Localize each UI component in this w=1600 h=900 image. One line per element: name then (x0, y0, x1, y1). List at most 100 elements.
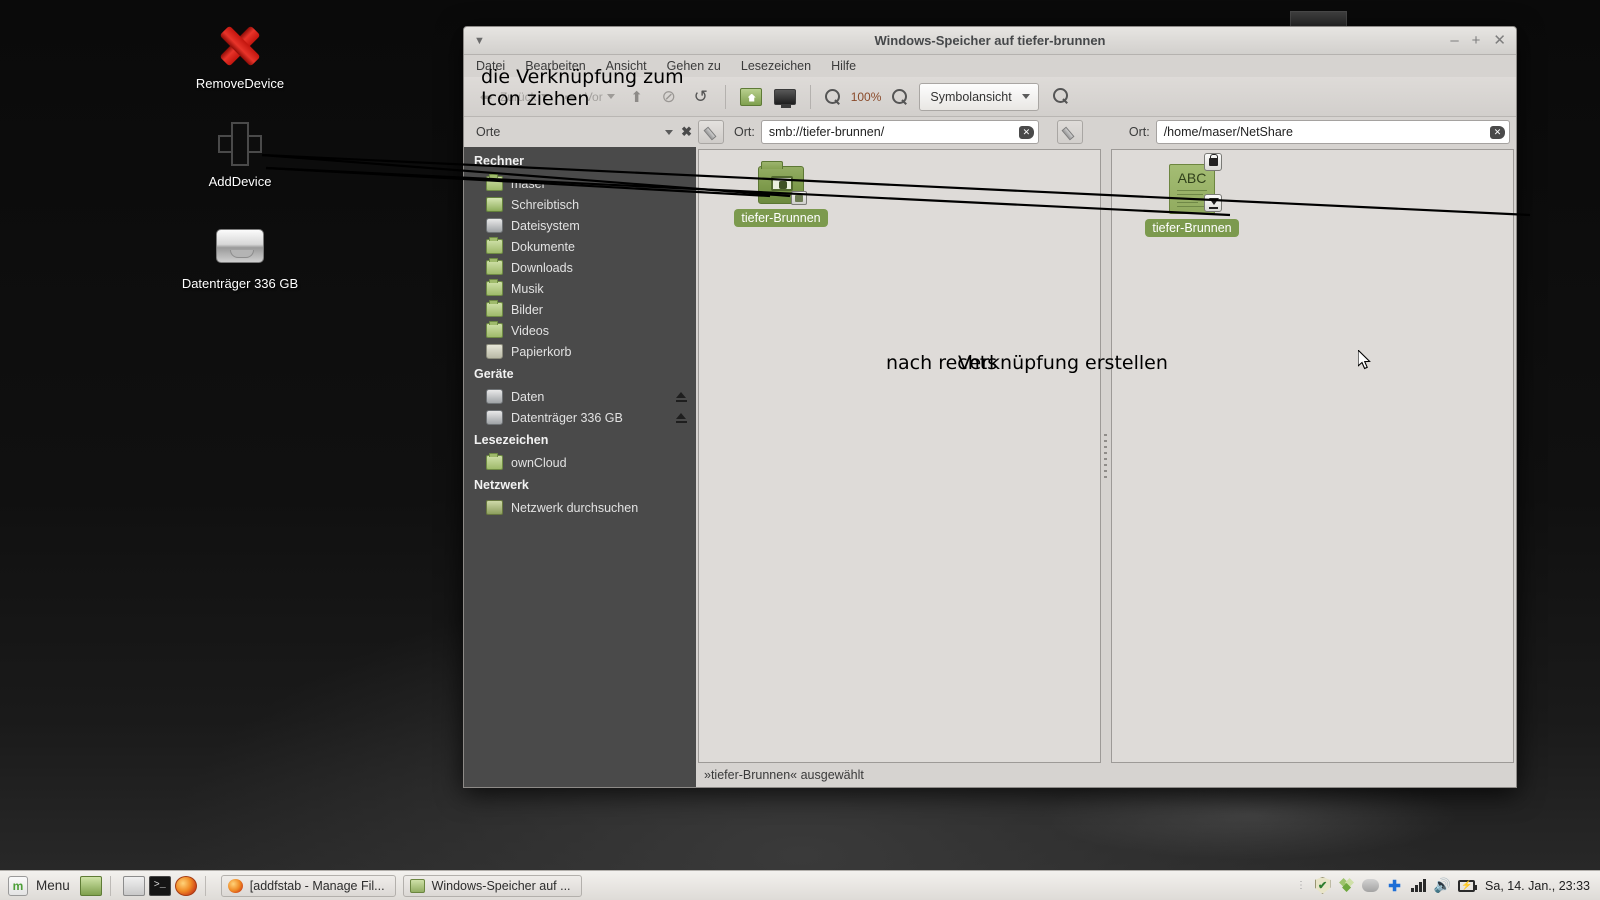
places-sidebar[interactable]: Rechner maser Schreibtisch Dateisystem D… (464, 147, 696, 787)
desktop-folder-icon (486, 197, 503, 212)
places-chevron-down-icon[interactable] (665, 129, 674, 135)
music-folder-icon (486, 279, 503, 296)
location-left-input[interactable]: smb://tiefer-brunnen/ ✕ (760, 120, 1039, 144)
desktop-icon-datentraeger[interactable]: Datenträger 336 GB (160, 222, 320, 291)
minimize-button[interactable]: – (1450, 33, 1458, 48)
sidebar-item-label: Dateisystem (511, 218, 580, 233)
sidebar-item-bilder[interactable]: Bilder (464, 299, 696, 320)
sidebar-item-dokumente[interactable]: Dokumente (464, 236, 696, 257)
eject-icon[interactable] (675, 412, 688, 423)
sidebar-item-musik[interactable]: Musik (464, 278, 696, 299)
file-pane-left[interactable]: tiefer-Brunnen (698, 149, 1101, 763)
sidebar-item-daten[interactable]: Daten (464, 386, 696, 407)
clear-icon[interactable]: ✕ (1490, 125, 1505, 139)
firefox-icon (227, 878, 243, 893)
file-manager-window: ▼ Windows-Speicher auf tiefer-brunnen – … (463, 26, 1517, 788)
location-row: Orte ✖ Ort: smb://tiefer-brunnen/ ✕ Ort:… (464, 117, 1516, 147)
desktop-icon-label: AddDevice (208, 174, 272, 189)
sidebar-section-lesezeichen: Lesezeichen (474, 433, 549, 447)
pane-splitter[interactable] (1101, 149, 1111, 763)
edit-location-left-button[interactable] (698, 120, 724, 144)
menu-button[interactable]: Menu (36, 878, 70, 893)
taskbar: m Menu >_ [addfstab - Manage Fil... Wind… (0, 870, 1600, 900)
sidebar-item-label: maser (511, 176, 546, 191)
view-mode-value: Symbolansicht (930, 89, 1012, 104)
files-icon[interactable] (122, 875, 145, 896)
sidebar-item-dateisystem[interactable]: Dateisystem (464, 215, 696, 236)
places-close-icon[interactable]: ✖ (681, 124, 692, 140)
x-mark-icon (185, 22, 295, 70)
firefox-icon[interactable] (174, 875, 197, 896)
home-icon (739, 87, 762, 106)
file-item-label: tiefer-Brunnen (734, 209, 828, 227)
sidebar-item-label: Daten (511, 389, 545, 404)
menu-lesezeichen[interactable]: Lesezeichen (739, 58, 813, 74)
search-icon (1052, 88, 1070, 105)
home-folder-icon (486, 174, 503, 191)
bluetooth-icon[interactable]: ✚ (1386, 877, 1403, 895)
sidebar-item-label: Musik (511, 281, 544, 296)
file-item-tiefer-brunnen-share[interactable]: tiefer-Brunnen (731, 161, 831, 227)
sidebar-item-papierkorb[interactable]: Papierkorb (464, 341, 696, 362)
reload-button[interactable]: ↺ (687, 85, 715, 109)
location-right-input[interactable]: /home/maser/NetShare ✕ (1155, 120, 1510, 144)
taskbar-window-windows-speicher[interactable]: Windows-Speicher auf ... (402, 874, 582, 897)
window-titlebar[interactable]: ▼ Windows-Speicher auf tiefer-brunnen – … (464, 27, 1516, 55)
computer-button[interactable] (770, 87, 800, 108)
taskbar-window-addfstab[interactable]: [addfstab - Manage Fil... (220, 874, 396, 897)
cloud-icon[interactable] (1362, 877, 1380, 894)
clock[interactable]: Sa, 14. Jan., 23:33 (1485, 879, 1590, 893)
sidebar-item-datentraeger[interactable]: Datenträger 336 GB (464, 407, 696, 428)
zoom-out-button[interactable] (821, 87, 844, 106)
documents-folder-icon (486, 237, 503, 254)
maximize-button[interactable]: + (1472, 33, 1481, 48)
desktop-icon-label: Datenträger 336 GB (181, 276, 299, 291)
show-desktop-icon[interactable] (79, 875, 102, 896)
sidebar-item-label: Videos (511, 323, 549, 338)
menu-hilfe[interactable]: Hilfe (829, 58, 858, 74)
taskbar-window-label: [addfstab - Manage Fil... (249, 878, 385, 893)
mouse-cursor (1358, 350, 1371, 370)
clear-icon[interactable]: ✕ (1018, 125, 1034, 139)
sidebar-item-label: Downloads (511, 260, 573, 275)
search-button[interactable] (1049, 86, 1074, 107)
zoom-in-icon (892, 89, 908, 104)
file-item-tiefer-brunnen-link[interactable]: ABC tiefer-Brunnen (1142, 153, 1242, 237)
desktop-icon-label: RemoveDevice (195, 76, 285, 91)
toolbar-separator-2 (809, 84, 811, 109)
sidebar-item-owncloud[interactable]: ownCloud (464, 452, 696, 473)
eject-icon[interactable] (675, 391, 688, 402)
sidebar-item-schreibtisch[interactable]: Schreibtisch (464, 194, 696, 215)
sidebar-item-label: Schreibtisch (511, 197, 580, 212)
update-shield-icon[interactable]: ✔ (1314, 877, 1331, 894)
sidebar-item-downloads[interactable]: Downloads (464, 257, 696, 278)
network-signal-icon[interactable] (1410, 877, 1427, 894)
zoom-in-button[interactable] (888, 87, 911, 106)
dropbox-icon[interactable] (1338, 877, 1355, 894)
hard-disk-icon (160, 222, 320, 270)
folder-icon (486, 453, 503, 470)
mint-menu-icon[interactable]: m (8, 875, 28, 896)
downloads-folder-icon (486, 258, 503, 275)
sidebar-item-label: Papierkorb (511, 344, 572, 359)
location-left-label: Ort: (734, 125, 755, 139)
sidebar-item-netzwerk-durchsuchen[interactable]: Netzwerk durchsuchen (464, 497, 696, 518)
edit-location-right-button[interactable] (1056, 120, 1083, 144)
sidebar-item-maser[interactable]: maser (464, 173, 696, 194)
view-mode-select[interactable]: Symbolansicht (919, 82, 1039, 111)
sidebar-section-rechner: Rechner (474, 154, 525, 168)
desktop-icon-removedevice[interactable]: RemoveDevice (185, 22, 295, 91)
zoom-out-icon (824, 89, 840, 104)
tray-handle[interactable]: ⋮ (1296, 880, 1307, 891)
terminal-icon[interactable]: >_ (148, 875, 171, 896)
volume-icon[interactable]: 🔊 (1434, 877, 1451, 894)
reload-icon: ↺ (693, 86, 708, 106)
battery-icon[interactable]: ⚡ (1458, 877, 1478, 894)
abc-document-icon: ABC (1169, 153, 1222, 214)
home-button[interactable] (736, 86, 766, 108)
desktop-icon-adddevice[interactable]: AddDevice (185, 120, 295, 189)
file-pane-right[interactable]: ABC tiefer-Brunnen (1111, 149, 1514, 763)
close-button[interactable]: ✕ (1493, 33, 1506, 48)
sidebar-item-videos[interactable]: Videos (464, 320, 696, 341)
trash-icon (486, 344, 503, 359)
